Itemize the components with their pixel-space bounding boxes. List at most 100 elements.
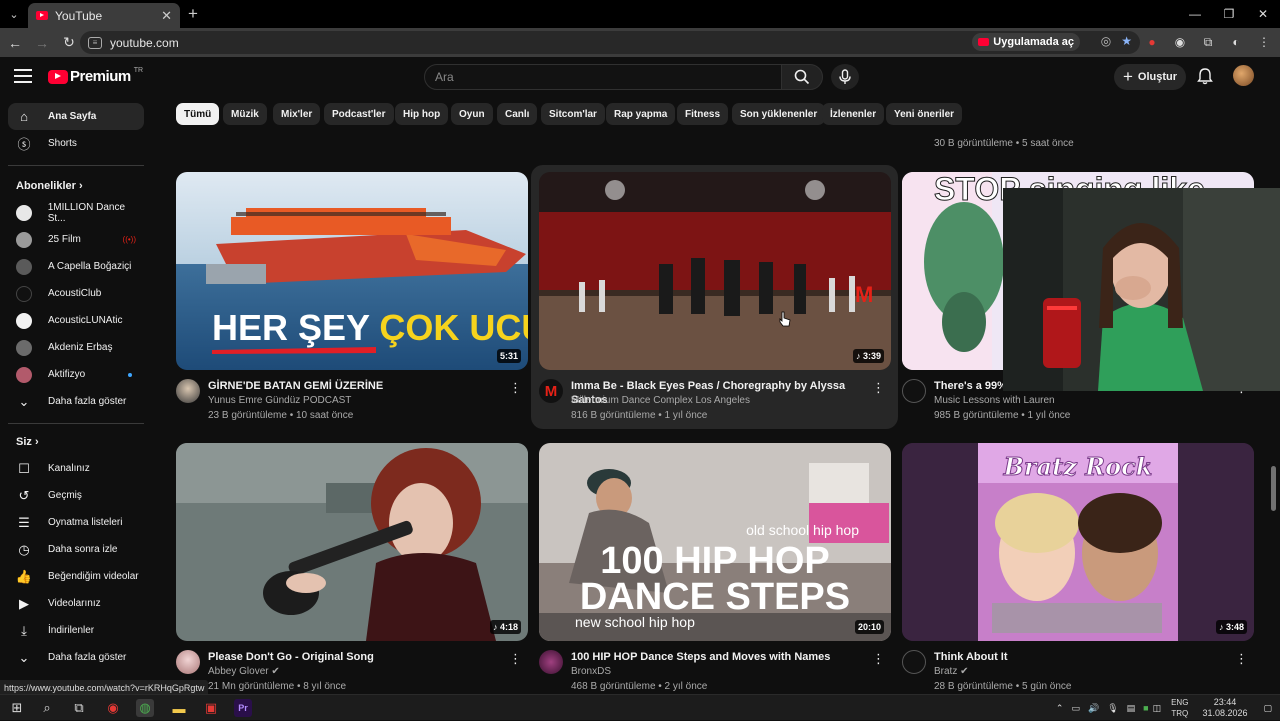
sidebar-item-playlists[interactable]: ☰ Oynatma listeleri: [8, 509, 144, 536]
file-explorer-icon[interactable]: ▬: [170, 699, 188, 717]
account-avatar[interactable]: [1233, 65, 1254, 86]
sidebar-item-subscription[interactable]: AcousticLUNAtic: [8, 307, 144, 334]
recording-app-icon[interactable]: ◉: [104, 699, 122, 717]
channel-avatar[interactable]: [539, 650, 563, 674]
task-view-icon[interactable]: ⧉: [70, 699, 88, 717]
channel-name[interactable]: BronxDS: [571, 666, 611, 677]
create-button[interactable]: + Oluştur: [1114, 64, 1186, 90]
open-in-app-button[interactable]: Uygulamada aç: [972, 33, 1080, 51]
close-tab-icon[interactable]: ✕: [161, 8, 172, 24]
more-options-icon[interactable]: ⋮: [872, 651, 885, 667]
sidebar-item-subscription[interactable]: Aktifizyo: [8, 361, 144, 388]
sidebar-item-subscription[interactable]: AcoustiClub: [8, 280, 144, 307]
notifications-icon[interactable]: ▢: [1263, 703, 1272, 714]
extension-circle-icon[interactable]: ◉: [1170, 32, 1190, 52]
sidebar-show-more-subscriptions[interactable]: ⌄ Daha fazla göster: [8, 388, 144, 415]
video-card[interactable]: M ♪ 3:39 M Imma Be - Black Eyes Peas / C…: [539, 172, 891, 422]
minimize-icon[interactable]: —: [1178, 0, 1212, 28]
sidebar-item-subscription[interactable]: 1MILLION Dance St...: [8, 199, 144, 226]
chip-all[interactable]: Tümü: [176, 103, 220, 125]
menu-dots-icon[interactable]: ⋮: [1254, 32, 1274, 52]
extension-red-icon[interactable]: ●: [1142, 32, 1162, 52]
sidebar-item-watch-later[interactable]: ◷ Daha sonra izle: [8, 536, 144, 563]
address-bar[interactable]: ≡ youtube.com Uygulamada aç ◎ ★: [80, 31, 1140, 54]
microphone-tray-icon[interactable]: 🎙: [1107, 703, 1118, 714]
video-thumbnail[interactable]: ♪ 4:18: [176, 443, 528, 641]
channel-avatar[interactable]: [902, 650, 926, 674]
chip-new-to-you[interactable]: Yeni öneriler: [886, 103, 963, 125]
windows-start-icon[interactable]: ⊞: [8, 699, 26, 717]
close-window-icon[interactable]: ✕: [1246, 0, 1280, 28]
channel-avatar[interactable]: M: [539, 379, 563, 403]
chip-hip-hop[interactable]: Hip hop: [395, 103, 449, 125]
channel-avatar[interactable]: [176, 650, 200, 674]
chip-rap[interactable]: Rap yapma: [606, 103, 676, 125]
search-input[interactable]: Ara: [424, 64, 782, 90]
channel-avatar[interactable]: [176, 379, 200, 403]
chip-live[interactable]: Canlı: [497, 103, 538, 125]
youtube-premium-logo[interactable]: Premium TR: [48, 67, 143, 85]
video-thumbnail[interactable]: M ♪ 3:39: [539, 172, 891, 370]
sidebar-item-subscription[interactable]: A Capella Boğaziçi: [8, 253, 144, 280]
chip-sitcoms[interactable]: Sitcom'lar: [541, 103, 605, 125]
sidebar-item-subscription[interactable]: Akdeniz Erbaş: [8, 334, 144, 361]
video-title[interactable]: GİRNE'DE BATAN GEMİ ÜZERİNE: [208, 379, 508, 393]
video-title[interactable]: 100 HIP HOP Dance Steps and Moves with N…: [571, 650, 871, 664]
more-options-icon[interactable]: ⋮: [509, 651, 522, 667]
forward-icon[interactable]: →: [30, 31, 54, 55]
channel-name[interactable]: Millennium Dance Complex Los Angeles: [571, 395, 750, 406]
bookmark-star-icon[interactable]: ★: [1121, 34, 1132, 48]
sidebar-item-your-channel[interactable]: ☐ Kanalınız: [8, 455, 144, 482]
sidebar-item-downloads[interactable]: ⤓ İndirilenler: [8, 617, 144, 644]
chip-mixes[interactable]: Mix'ler: [273, 103, 321, 125]
extensions-puzzle-icon[interactable]: ⧉: [1198, 32, 1218, 52]
restore-icon[interactable]: ❐: [1212, 0, 1246, 28]
sidebar-item-subscription[interactable]: 25 Film ((•)): [8, 226, 144, 253]
chip-fitness[interactable]: Fitness: [677, 103, 729, 125]
page-scrollbar[interactable]: [1271, 466, 1276, 511]
more-options-icon[interactable]: ⋮: [509, 380, 522, 396]
video-thumbnail[interactable]: Bratz Rock ♪ 3:48: [902, 443, 1254, 641]
sidebar-item-liked-videos[interactable]: 👍 Beğendiğim videolar: [8, 563, 144, 590]
profile-icon[interactable]: ◐: [1226, 32, 1246, 52]
channel-name[interactable]: Bratz ✔: [934, 666, 969, 677]
video-card[interactable]: old school hip hop 100 HIP HOP DANCE STE…: [539, 443, 891, 693]
tray-app-icon[interactable]: ■: [1143, 703, 1148, 713]
app-icon[interactable]: ▣: [202, 699, 220, 717]
video-thumbnail[interactable]: HER ŞEY ÇOK UCUZ 5:31: [176, 172, 528, 370]
channel-avatar[interactable]: [902, 379, 926, 403]
video-title[interactable]: Please Don't Go - Original Song: [208, 650, 508, 664]
chip-podcasts[interactable]: Podcast'ler: [324, 103, 394, 125]
notifications-bell-icon[interactable]: [1196, 67, 1214, 85]
sidebar-item-shorts[interactable]: ⓢ Shorts: [8, 130, 144, 157]
reload-icon[interactable]: ↻: [57, 31, 81, 55]
channel-name[interactable]: Yunus Emre Gündüz PODCAST: [208, 395, 351, 406]
tray-app-icon-2[interactable]: ◫: [1153, 703, 1162, 714]
chip-watched[interactable]: İzlenenler: [822, 103, 885, 125]
channel-name[interactable]: Music Lessons with Lauren: [934, 395, 1055, 406]
voice-search-button[interactable]: [831, 64, 859, 90]
volume-icon[interactable]: 🔊: [1088, 703, 1099, 714]
video-card[interactable]: HER ŞEY ÇOK UCUZ 5:31 GİRNE'DE BATAN GEM…: [176, 172, 528, 422]
site-info-icon[interactable]: ≡: [88, 36, 102, 49]
search-button[interactable]: [781, 64, 823, 90]
browser-tab[interactable]: YouTube ✕: [28, 3, 180, 28]
chip-recently-uploaded[interactable]: Son yüklenenler: [732, 103, 826, 125]
clock[interactable]: 23:44 31.08.2026: [1202, 697, 1247, 719]
premiere-icon[interactable]: Pr: [234, 699, 252, 717]
tab-search-icon[interactable]: ⌄: [0, 0, 28, 28]
subscriptions-heading[interactable]: Abonelikler ›: [16, 180, 83, 192]
sidebar-item-home[interactable]: ⌂ Ana Sayfa: [8, 103, 144, 130]
back-icon[interactable]: ←: [3, 31, 27, 55]
more-options-icon[interactable]: ⋮: [1235, 651, 1248, 667]
video-title[interactable]: Think About It: [934, 650, 1234, 664]
menu-icon[interactable]: [14, 69, 32, 83]
channel-name[interactable]: Abbey Glover ✔: [208, 666, 280, 677]
eye-off-icon[interactable]: ◎: [1101, 34, 1111, 48]
chip-music[interactable]: Müzik: [223, 103, 267, 125]
battery-icon[interactable]: ▭: [1071, 703, 1080, 714]
sidebar-show-more-you[interactable]: ⌄ Daha fazla göster: [8, 644, 144, 671]
video-card[interactable]: ♪ 4:18 Please Don't Go - Original Song A…: [176, 443, 528, 693]
video-card[interactable]: Bratz Rock ♪ 3:48 Think About It Bratz ✔…: [902, 443, 1254, 693]
more-options-icon[interactable]: ⋮: [872, 380, 885, 396]
